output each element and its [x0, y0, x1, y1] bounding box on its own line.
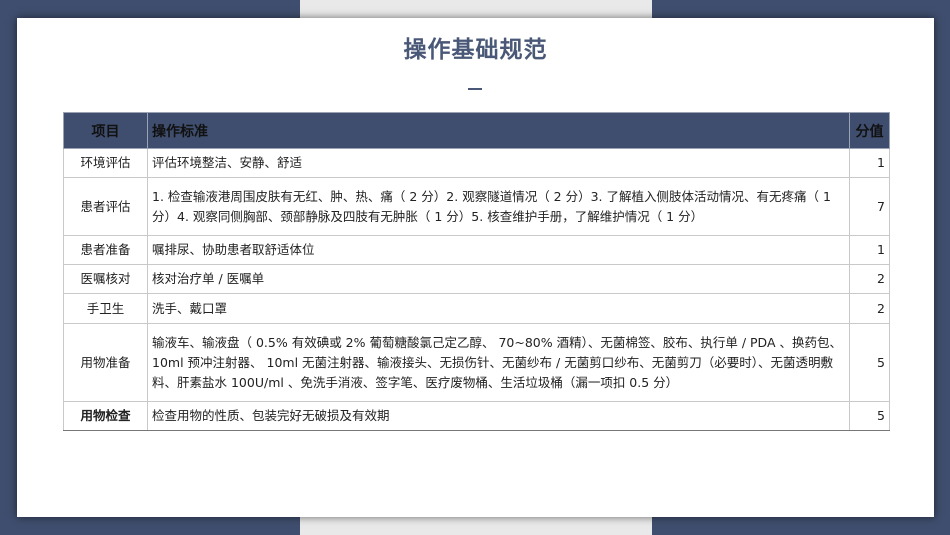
- row-score: 2: [849, 293, 890, 324]
- row-item: 医嘱核对: [63, 264, 148, 294]
- bottom-background-strip: [300, 517, 652, 535]
- spec-table: 项目 操作标准 分值 环境评估 评估环境整洁、安静、舒适 1 患者评估 1. 检…: [63, 112, 890, 431]
- title-underline-mark: [468, 88, 482, 90]
- row-standard: 核对治疗单 / 医嘱单: [147, 264, 850, 294]
- table-row: 环境评估 评估环境整洁、安静、舒适 1: [63, 148, 890, 178]
- table-header-row: 项目 操作标准 分值: [63, 112, 890, 149]
- row-item: 患者评估: [63, 177, 148, 236]
- slide: 操作基础规范 项目 操作标准 分值 环境评估 评估环境整洁、安静、舒适 1 患者…: [17, 18, 934, 517]
- row-item: 用物准备: [63, 323, 148, 402]
- row-item: 患者准备: [63, 235, 148, 265]
- row-score: 7: [849, 177, 890, 236]
- row-score: 5: [849, 323, 890, 402]
- table-row: 患者评估 1. 检查输液港周围皮肤有无红、肿、热、痛（ 2 分）2. 观察隧道情…: [63, 177, 890, 236]
- table-row: 用物准备 输液车、输液盘（ 0.5% 有效碘或 2% 葡萄糖酸氯己定乙醇、 70…: [63, 323, 890, 402]
- row-score: 5: [849, 401, 890, 431]
- header-score: 分值: [849, 112, 890, 149]
- row-standard: 嘱排尿、协助患者取舒适体位: [147, 235, 850, 265]
- row-standard: 洗手、戴口罩: [147, 293, 850, 324]
- table-row: 医嘱核对 核对治疗单 / 医嘱单 2: [63, 264, 890, 294]
- top-background-strip: [300, 0, 652, 18]
- row-item: 用物检查: [63, 401, 148, 431]
- row-standard: 输液车、输液盘（ 0.5% 有效碘或 2% 葡萄糖酸氯己定乙醇、 70~80% …: [147, 323, 850, 402]
- row-item: 环境评估: [63, 148, 148, 178]
- table-row: 用物检查 检查用物的性质、包装完好无破损及有效期 5: [63, 401, 890, 431]
- row-item: 手卫生: [63, 293, 148, 324]
- row-standard: 评估环境整洁、安静、舒适: [147, 148, 850, 178]
- table-row: 手卫生 洗手、戴口罩 2: [63, 293, 890, 324]
- header-standard: 操作标准: [147, 112, 850, 149]
- row-score: 1: [849, 235, 890, 265]
- table-row: 患者准备 嘱排尿、协助患者取舒适体位 1: [63, 235, 890, 265]
- row-standard: 1. 检查输液港周围皮肤有无红、肿、热、痛（ 2 分）2. 观察隧道情况（ 2 …: [147, 177, 850, 236]
- row-score: 2: [849, 264, 890, 294]
- row-score: 1: [849, 148, 890, 178]
- row-standard: 检查用物的性质、包装完好无破损及有效期: [147, 401, 850, 431]
- header-item: 项目: [63, 112, 148, 149]
- slide-title: 操作基础规范: [403, 37, 548, 63]
